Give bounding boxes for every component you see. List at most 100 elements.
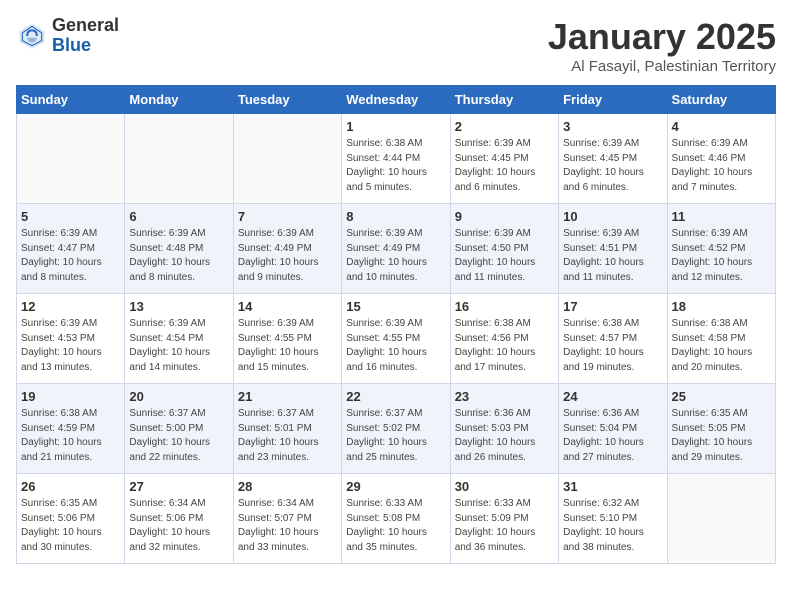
day-cell: 16 Sunrise: 6:38 AM Sunset: 4:56 PM Dayli…: [450, 294, 558, 384]
day-info: Sunrise: 6:37 AM Sunset: 5:00 PM Dayligh…: [129, 407, 228, 465]
day-number: 6: [129, 209, 228, 224]
day-number: 14: [238, 299, 337, 314]
day-number: 5: [21, 209, 120, 224]
day-cell: [667, 474, 775, 564]
day-number: 10: [563, 209, 662, 224]
day-info: Sunrise: 6:39 AM Sunset: 4:45 PM Dayligh…: [455, 137, 554, 195]
day-cell: 30 Sunrise: 6:33 AM Sunset: 5:09 PM Dayli…: [450, 474, 558, 564]
header-cell-sunday: Sunday: [17, 86, 125, 114]
day-number: 15: [346, 299, 445, 314]
day-info: Sunrise: 6:36 AM Sunset: 5:04 PM Dayligh…: [563, 407, 662, 465]
day-info: Sunrise: 6:38 AM Sunset: 4:57 PM Dayligh…: [563, 317, 662, 375]
calendar-header: SundayMondayTuesdayWednesdayThursdayFrid…: [17, 86, 776, 114]
day-number: 9: [455, 209, 554, 224]
day-cell: 28 Sunrise: 6:34 AM Sunset: 5:07 PM Dayli…: [233, 474, 341, 564]
day-number: 2: [455, 119, 554, 134]
day-info: Sunrise: 6:39 AM Sunset: 4:51 PM Dayligh…: [563, 227, 662, 285]
title-block: January 2025 Al Fasayil, Palestinian Ter…: [548, 16, 776, 75]
day-cell: 14 Sunrise: 6:39 AM Sunset: 4:55 PM Dayli…: [233, 294, 341, 384]
day-info: Sunrise: 6:39 AM Sunset: 4:55 PM Dayligh…: [238, 317, 337, 375]
header-cell-thursday: Thursday: [450, 86, 558, 114]
day-cell: 15 Sunrise: 6:39 AM Sunset: 4:55 PM Dayli…: [342, 294, 450, 384]
day-info: Sunrise: 6:36 AM Sunset: 5:03 PM Dayligh…: [455, 407, 554, 465]
day-number: 26: [21, 479, 120, 494]
header-cell-wednesday: Wednesday: [342, 86, 450, 114]
week-row-1: 1 Sunrise: 6:38 AM Sunset: 4:44 PM Daylig…: [17, 114, 776, 204]
header-cell-friday: Friday: [559, 86, 667, 114]
day-number: 23: [455, 389, 554, 404]
day-cell: 7Sunrise: 6:39 AM Sunset: 4:49 PM Daylig…: [233, 204, 341, 294]
header-cell-monday: Monday: [125, 86, 233, 114]
day-info: Sunrise: 6:39 AM Sunset: 4:49 PM Dayligh…: [346, 227, 445, 285]
day-info: Sunrise: 6:39 AM Sunset: 4:53 PM Dayligh…: [21, 317, 120, 375]
day-cell: 6Sunrise: 6:39 AM Sunset: 4:48 PM Daylig…: [125, 204, 233, 294]
day-cell: 5Sunrise: 6:39 AM Sunset: 4:47 PM Daylig…: [17, 204, 125, 294]
week-row-5: 26 Sunrise: 6:35 AM Sunset: 5:06 PM Dayli…: [17, 474, 776, 564]
logo: General Blue: [16, 16, 119, 56]
day-info: Sunrise: 6:38 AM Sunset: 4:56 PM Dayligh…: [455, 317, 554, 375]
day-cell: [125, 114, 233, 204]
day-info: Sunrise: 6:35 AM Sunset: 5:05 PM Dayligh…: [672, 407, 771, 465]
day-info: Sunrise: 6:33 AM Sunset: 5:09 PM Dayligh…: [455, 497, 554, 555]
day-info: Sunrise: 6:34 AM Sunset: 5:07 PM Dayligh…: [238, 497, 337, 555]
day-info: Sunrise: 6:32 AM Sunset: 5:10 PM Dayligh…: [563, 497, 662, 555]
day-info: Sunrise: 6:39 AM Sunset: 4:49 PM Dayligh…: [238, 227, 337, 285]
header-cell-tuesday: Tuesday: [233, 86, 341, 114]
day-number: 11: [672, 209, 771, 224]
day-cell: 9 Sunrise: 6:39 AM Sunset: 4:50 PM Daylig…: [450, 204, 558, 294]
day-info: Sunrise: 6:39 AM Sunset: 4:55 PM Dayligh…: [346, 317, 445, 375]
week-row-4: 19Sunrise: 6:38 AM Sunset: 4:59 PM Dayli…: [17, 384, 776, 474]
day-number: 28: [238, 479, 337, 494]
day-number: 30: [455, 479, 554, 494]
day-cell: 3 Sunrise: 6:39 AM Sunset: 4:45 PM Daylig…: [559, 114, 667, 204]
day-info: Sunrise: 6:38 AM Sunset: 4:59 PM Dayligh…: [21, 407, 120, 465]
page-header: General Blue January 2025 Al Fasayil, Pa…: [16, 16, 776, 75]
calendar-table: SundayMondayTuesdayWednesdayThursdayFrid…: [16, 85, 776, 564]
day-number: 8: [346, 209, 445, 224]
day-cell: 4 Sunrise: 6:39 AM Sunset: 4:46 PM Daylig…: [667, 114, 775, 204]
day-number: 16: [455, 299, 554, 314]
day-info: Sunrise: 6:35 AM Sunset: 5:06 PM Dayligh…: [21, 497, 120, 555]
day-number: 25: [672, 389, 771, 404]
day-cell: [233, 114, 341, 204]
main-title: January 2025: [548, 16, 776, 58]
day-cell: 26 Sunrise: 6:35 AM Sunset: 5:06 PM Dayli…: [17, 474, 125, 564]
day-cell: [17, 114, 125, 204]
day-cell: 20 Sunrise: 6:37 AM Sunset: 5:00 PM Dayli…: [125, 384, 233, 474]
day-number: 21: [238, 389, 337, 404]
day-cell: 13Sunrise: 6:39 AM Sunset: 4:54 PM Dayli…: [125, 294, 233, 384]
subtitle: Al Fasayil, Palestinian Territory: [548, 58, 776, 75]
day-info: Sunrise: 6:39 AM Sunset: 4:46 PM Dayligh…: [672, 137, 771, 195]
calendar-body: 1 Sunrise: 6:38 AM Sunset: 4:44 PM Daylig…: [17, 114, 776, 564]
day-info: Sunrise: 6:39 AM Sunset: 4:50 PM Dayligh…: [455, 227, 554, 285]
day-info: Sunrise: 6:39 AM Sunset: 4:45 PM Dayligh…: [563, 137, 662, 195]
day-info: Sunrise: 6:39 AM Sunset: 4:52 PM Dayligh…: [672, 227, 771, 285]
day-info: Sunrise: 6:38 AM Sunset: 4:58 PM Dayligh…: [672, 317, 771, 375]
day-number: 22: [346, 389, 445, 404]
week-row-2: 5Sunrise: 6:39 AM Sunset: 4:47 PM Daylig…: [17, 204, 776, 294]
logo-blue: Blue: [52, 36, 119, 56]
day-number: 29: [346, 479, 445, 494]
header-cell-saturday: Saturday: [667, 86, 775, 114]
day-info: Sunrise: 6:38 AM Sunset: 4:44 PM Dayligh…: [346, 137, 445, 195]
day-cell: 29 Sunrise: 6:33 AM Sunset: 5:08 PM Dayli…: [342, 474, 450, 564]
day-cell: 2 Sunrise: 6:39 AM Sunset: 4:45 PM Daylig…: [450, 114, 558, 204]
day-number: 20: [129, 389, 228, 404]
day-number: 3: [563, 119, 662, 134]
day-cell: 10 Sunrise: 6:39 AM Sunset: 4:51 PM Dayli…: [559, 204, 667, 294]
day-number: 18: [672, 299, 771, 314]
day-info: Sunrise: 6:37 AM Sunset: 5:01 PM Dayligh…: [238, 407, 337, 465]
logo-general: General: [52, 16, 119, 36]
day-cell: 22 Sunrise: 6:37 AM Sunset: 5:02 PM Dayli…: [342, 384, 450, 474]
day-info: Sunrise: 6:33 AM Sunset: 5:08 PM Dayligh…: [346, 497, 445, 555]
day-number: 1: [346, 119, 445, 134]
day-number: 27: [129, 479, 228, 494]
day-cell: 24Sunrise: 6:36 AM Sunset: 5:04 PM Dayli…: [559, 384, 667, 474]
day-number: 4: [672, 119, 771, 134]
day-number: 31: [563, 479, 662, 494]
day-info: Sunrise: 6:37 AM Sunset: 5:02 PM Dayligh…: [346, 407, 445, 465]
logo-text: General Blue: [52, 16, 119, 56]
day-cell: 12Sunrise: 6:39 AM Sunset: 4:53 PM Dayli…: [17, 294, 125, 384]
day-cell: 25 Sunrise: 6:35 AM Sunset: 5:05 PM Dayli…: [667, 384, 775, 474]
day-cell: 17Sunrise: 6:38 AM Sunset: 4:57 PM Dayli…: [559, 294, 667, 384]
